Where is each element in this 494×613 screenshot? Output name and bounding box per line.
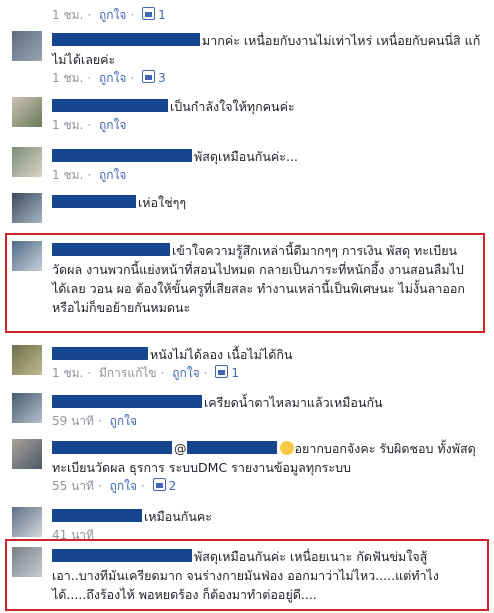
edited-label[interactable]: มีการแก้ไข	[99, 366, 157, 380]
redacted-name[interactable]	[52, 509, 142, 522]
comment-meta: 55 นาที · ถูกใจ · 2	[52, 478, 177, 493]
comment-body: เข้าใจความรู้สึกเหล่านี้ดีมากๆๆ การเงิน …	[52, 241, 472, 317]
comment-time[interactable]: 55 นาที	[52, 479, 94, 493]
comment-text: เหมือนกันคะ	[52, 507, 484, 526]
comment-meta: 1 ชม. · ถูกใจ · 1	[52, 7, 166, 22]
redacted-name[interactable]	[52, 33, 200, 46]
redacted-name[interactable]	[52, 149, 192, 162]
comment-meta: 1 ชม. · มีการแก้ไข · ถูกใจ · 1	[52, 365, 239, 380]
comment-body: พัสดุเหมือนกันค่ะ... 1 ชม. · ถูกใจ	[52, 147, 484, 183]
like-link[interactable]: ถูกใจ	[110, 414, 137, 428]
like-count[interactable]: 1	[215, 365, 239, 380]
comment-text: พัสดุเหมือนกันค่ะ...	[52, 147, 484, 166]
like-thumb-icon	[142, 70, 156, 83]
comment-text: มากค่ะ เหนื่อยกับงานไม่เท่าไหร่ เหนื่อยก…	[52, 33, 481, 67]
comment-meta: 1 ชม. · ถูกใจ · 3	[52, 70, 166, 85]
avatar[interactable]	[12, 193, 42, 223]
like-link[interactable]: ถูกใจ	[99, 71, 126, 85]
avatar[interactable]	[12, 97, 42, 127]
comment-meta: 1 ชม. · ถูกใจ	[52, 168, 127, 182]
redacted-name[interactable]	[52, 99, 168, 112]
like-count[interactable]: 3	[142, 70, 166, 85]
comment-body: เหมือนกันคะ 41 นาที	[52, 507, 484, 543]
comment-body: เป็นกำลังใจให้ทุกคนค่ะ 1 ชม. · ถูกใจ	[52, 97, 484, 133]
comment-time[interactable]: 1 ชม.	[52, 71, 83, 85]
comment-text: เข้าใจความรู้สึกเหล่านี้ดีมากๆๆ การเงิน …	[52, 243, 465, 315]
avatar[interactable]	[12, 345, 42, 375]
comment-body: 1 ชม. · ถูกใจ · 1	[52, 0, 484, 23]
redacted-name[interactable]	[52, 395, 202, 408]
comment-meta: 1 ชม. · ถูกใจ	[52, 118, 127, 132]
comment-text: เป็นกำลังใจให้ทุกคนค่ะ	[52, 97, 484, 116]
avatar[interactable]	[12, 507, 42, 537]
comment-body: พัสดุเหมือนกันค่ะ เหนื่อยเนาะ กัดฟันข่มใ…	[52, 547, 478, 604]
like-count[interactable]: 1	[142, 7, 166, 22]
comment-time[interactable]: 1 ชม.	[52, 366, 83, 380]
like-thumb-icon	[152, 478, 166, 491]
comment-text: พัสดุเหมือนกันค่ะ เหนื่อยเนาะ กัดฟันข่มใ…	[52, 549, 439, 602]
redacted-name[interactable]	[52, 195, 136, 208]
like-link[interactable]: ถูกใจ	[172, 366, 199, 380]
avatar[interactable]	[12, 31, 42, 61]
avatar[interactable]	[12, 241, 42, 271]
redacted-mention[interactable]	[186, 441, 277, 454]
redacted-name[interactable]	[52, 347, 148, 360]
redacted-name[interactable]	[52, 243, 170, 256]
comment-body: @ อยากบอกจังคะ รับผิดชอบ ทั้งพัสดุ ทะเบีย…	[52, 439, 484, 494]
comment-text: @ อยากบอกจังคะ รับผิดชอบ ทั้งพัสดุ ทะเบีย…	[52, 441, 476, 475]
like-link[interactable]: ถูกใจ	[99, 168, 126, 182]
comment-text: เห่อใช่ๆๆ	[52, 193, 484, 212]
redacted-name[interactable]	[52, 441, 172, 454]
comment-body: มากค่ะ เหนื่อยกับงานไม่เท่าไหร่ เหนื่อยก…	[52, 31, 484, 86]
like-count[interactable]: 2	[152, 478, 176, 493]
avatar[interactable]	[12, 147, 42, 177]
comment-time[interactable]: 1 ชม.	[52, 8, 83, 22]
comment-body: เครียดน้ำตาไหลมาแล้วเหมือนกัน 59 นาที · ถ…	[52, 393, 484, 429]
comment-meta: 59 นาที · ถูกใจ	[52, 414, 138, 428]
like-link[interactable]: ถูกใจ	[99, 118, 126, 132]
comment-text: เครียดน้ำตาไหลมาแล้วเหมือนกัน	[52, 393, 484, 412]
avatar[interactable]	[12, 439, 42, 469]
like-link[interactable]: ถูกใจ	[99, 8, 126, 22]
avatar[interactable]	[12, 393, 42, 423]
redacted-name[interactable]	[52, 549, 192, 562]
like-thumb-icon	[215, 365, 229, 378]
smiley-emoji-icon	[279, 441, 294, 455]
like-link[interactable]: ถูกใจ	[110, 479, 137, 493]
comment-body: เห่อใช่ๆๆ	[52, 193, 484, 212]
comment-time[interactable]: 59 นาที	[52, 414, 94, 428]
comment-time[interactable]: 1 ชม.	[52, 168, 83, 182]
avatar[interactable]	[12, 547, 42, 577]
comment-text: หนังไม่ได้ลอง เนื้อไม่ได้กิน	[52, 345, 484, 364]
like-thumb-icon	[142, 7, 156, 20]
comment-body: หนังไม่ได้ลอง เนื้อไม่ได้กิน 1 ชม. · มีกา…	[52, 345, 484, 381]
comment-time[interactable]: 1 ชม.	[52, 118, 83, 132]
